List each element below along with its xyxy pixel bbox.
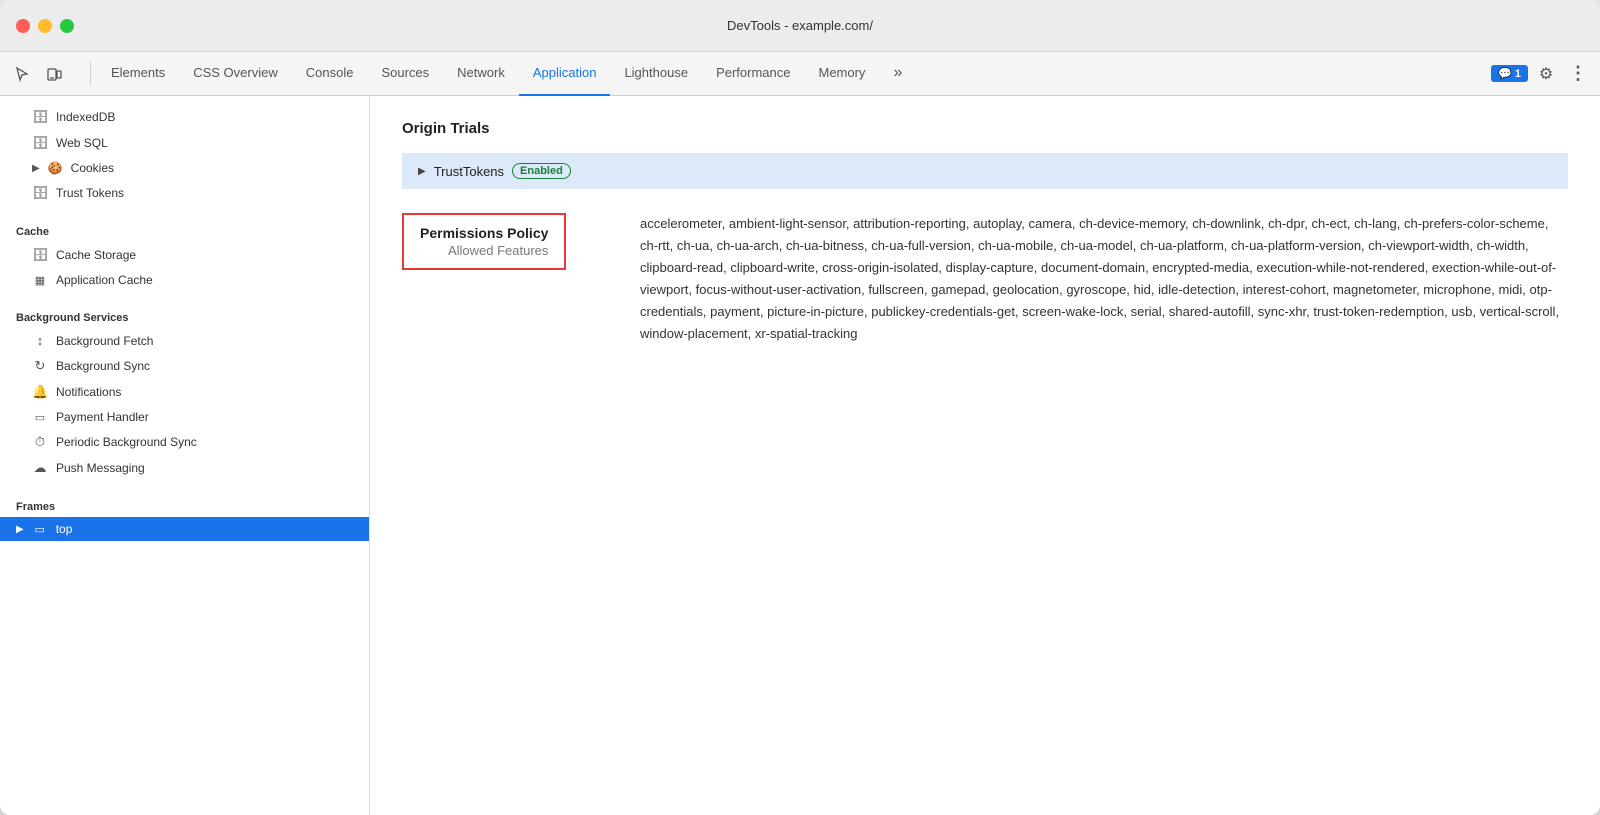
sidebar-item-web-sql[interactable]: 🗄 Web SQL xyxy=(0,130,369,156)
sidebar-item-label: Payment Handler xyxy=(56,410,149,424)
enabled-badge: Enabled xyxy=(512,163,571,179)
sidebar-item-payment-handler[interactable]: ▭ Payment Handler xyxy=(0,405,369,429)
sidebar: 🗄 IndexedDB 🗄 Web SQL ▶ 🍪 Cookies 🗄 Trus… xyxy=(0,96,370,815)
permissions-policy-box: Permissions Policy Allowed Features xyxy=(402,213,566,270)
sidebar-item-label: Notifications xyxy=(56,385,121,399)
tab-lighthouse[interactable]: Lighthouse xyxy=(610,52,702,96)
more-options-button[interactable]: ⋮ xyxy=(1564,60,1592,88)
card-icon: ▭ xyxy=(32,411,48,424)
sidebar-item-label: IndexedDB xyxy=(56,110,115,124)
more-icon: ⋮ xyxy=(1569,63,1587,84)
database-icon: 🗄 xyxy=(32,109,48,125)
cloud-icon: ☁ xyxy=(32,460,48,476)
sidebar-section-background-services: Background Services xyxy=(0,304,369,328)
sidebar-item-background-fetch[interactable]: ↕ Background Fetch xyxy=(0,328,369,353)
allowed-features-text: accelerometer, ambient-light-sensor, att… xyxy=(632,213,1568,346)
cursor-icon-button[interactable] xyxy=(8,60,36,88)
chevron-right-icon: ▶ xyxy=(32,163,40,174)
origin-trials-title: Origin Trials xyxy=(402,120,1568,137)
database-icon: 🗄 xyxy=(32,185,48,201)
chevron-right-icon: ▶ xyxy=(418,166,426,177)
close-button[interactable] xyxy=(16,19,30,33)
bell-icon: 🔔 xyxy=(32,384,48,400)
trust-tokens-row[interactable]: ▶ TrustTokens Enabled xyxy=(402,153,1568,189)
sync-icon: ↻ xyxy=(32,358,48,374)
frame-icon: ▭ xyxy=(32,523,48,536)
toolbar-left-buttons xyxy=(8,60,68,88)
notification-badge[interactable]: 💬 1 xyxy=(1491,65,1528,82)
permissions-policy-section: Permissions Policy Allowed Features acce… xyxy=(402,213,1568,346)
sidebar-item-push-messaging[interactable]: ☁ Push Messaging xyxy=(0,455,369,481)
sidebar-item-label: Web SQL xyxy=(56,136,108,150)
sidebar-section-frames: Frames xyxy=(0,493,369,517)
permissions-policy-row: Permissions Policy Allowed Features acce… xyxy=(402,213,1568,346)
database-icon: 🗄 xyxy=(32,135,48,151)
sidebar-item-label: top xyxy=(56,522,73,536)
tab-bar: Elements CSS Overview Console Sources Ne… xyxy=(97,52,1483,96)
sidebar-item-label: Application Cache xyxy=(56,273,153,287)
sidebar-item-label: Push Messaging xyxy=(56,461,145,475)
sidebar-item-label: Background Sync xyxy=(56,359,150,373)
sidebar-item-cookies[interactable]: ▶ 🍪 Cookies xyxy=(0,156,369,180)
gear-icon: ⚙ xyxy=(1539,64,1553,84)
titlebar: DevTools - example.com/ xyxy=(0,0,1600,52)
notification-count: 1 xyxy=(1515,68,1521,80)
sidebar-item-indexed-db[interactable]: 🗄 IndexedDB xyxy=(0,104,369,130)
grid-icon: ▦ xyxy=(32,274,48,287)
minimize-button[interactable] xyxy=(38,19,52,33)
tab-performance[interactable]: Performance xyxy=(702,52,804,96)
toolbar-divider xyxy=(90,62,91,86)
chat-icon: 💬 xyxy=(1498,67,1512,80)
clock-icon: ⏱ xyxy=(32,434,48,450)
tab-application[interactable]: Application xyxy=(519,52,611,96)
sidebar-item-notifications[interactable]: 🔔 Notifications xyxy=(0,379,369,405)
devtools-window: DevTools - example.com/ Elements CSS Ove… xyxy=(0,0,1600,815)
allowed-features-label: Allowed Features xyxy=(420,243,548,258)
tab-memory[interactable]: Memory xyxy=(804,52,879,96)
maximize-button[interactable] xyxy=(60,19,74,33)
trust-tokens-label: TrustTokens xyxy=(434,164,504,179)
content-area: Origin Trials ▶ TrustTokens Enabled Perm… xyxy=(370,96,1600,815)
chevron-right-icon: ▶ xyxy=(16,524,24,535)
device-icon-button[interactable] xyxy=(40,60,68,88)
toolbar: Elements CSS Overview Console Sources Ne… xyxy=(0,52,1600,96)
sidebar-item-label: Periodic Background Sync xyxy=(56,435,197,449)
sidebar-item-trust-tokens[interactable]: 🗄 Trust Tokens xyxy=(0,180,369,206)
traffic-lights xyxy=(16,19,74,33)
permissions-policy-left: Permissions Policy Allowed Features xyxy=(402,213,632,274)
sidebar-item-cache-storage[interactable]: 🗄 Cache Storage xyxy=(0,242,369,268)
gear-icon-button[interactable]: ⚙ xyxy=(1532,60,1560,88)
database-icon: 🗄 xyxy=(32,247,48,263)
tab-more[interactable]: » xyxy=(879,52,916,96)
sidebar-item-label: Cache Storage xyxy=(56,248,136,262)
window-title: DevTools - example.com/ xyxy=(727,18,873,33)
tab-elements[interactable]: Elements xyxy=(97,52,179,96)
updown-icon: ↕ xyxy=(32,333,48,348)
sidebar-item-label: Cookies xyxy=(71,161,114,175)
origin-trials-section: Origin Trials ▶ TrustTokens Enabled xyxy=(402,120,1568,189)
sidebar-section-cache: Cache xyxy=(0,218,369,242)
cursor-icon xyxy=(14,66,30,82)
tab-css-overview[interactable]: CSS Overview xyxy=(179,52,292,96)
sidebar-item-background-sync[interactable]: ↻ Background Sync xyxy=(0,353,369,379)
sidebar-item-application-cache[interactable]: ▦ Application Cache xyxy=(0,268,369,292)
cookie-icon: 🍪 xyxy=(48,161,63,175)
sidebar-item-label: Trust Tokens xyxy=(56,186,124,200)
tab-console[interactable]: Console xyxy=(292,52,368,96)
tab-sources[interactable]: Sources xyxy=(367,52,443,96)
toolbar-right-buttons: 💬 1 ⚙ ⋮ xyxy=(1491,60,1592,88)
sidebar-item-periodic-background-sync[interactable]: ⏱ Periodic Background Sync xyxy=(0,429,369,455)
sidebar-item-label: Background Fetch xyxy=(56,334,153,348)
device-icon xyxy=(46,66,62,82)
sidebar-item-top[interactable]: ▶ ▭ top xyxy=(0,517,369,541)
permissions-policy-title: Permissions Policy xyxy=(420,225,548,241)
tab-network[interactable]: Network xyxy=(443,52,519,96)
main-area: 🗄 IndexedDB 🗄 Web SQL ▶ 🍪 Cookies 🗄 Trus… xyxy=(0,96,1600,815)
